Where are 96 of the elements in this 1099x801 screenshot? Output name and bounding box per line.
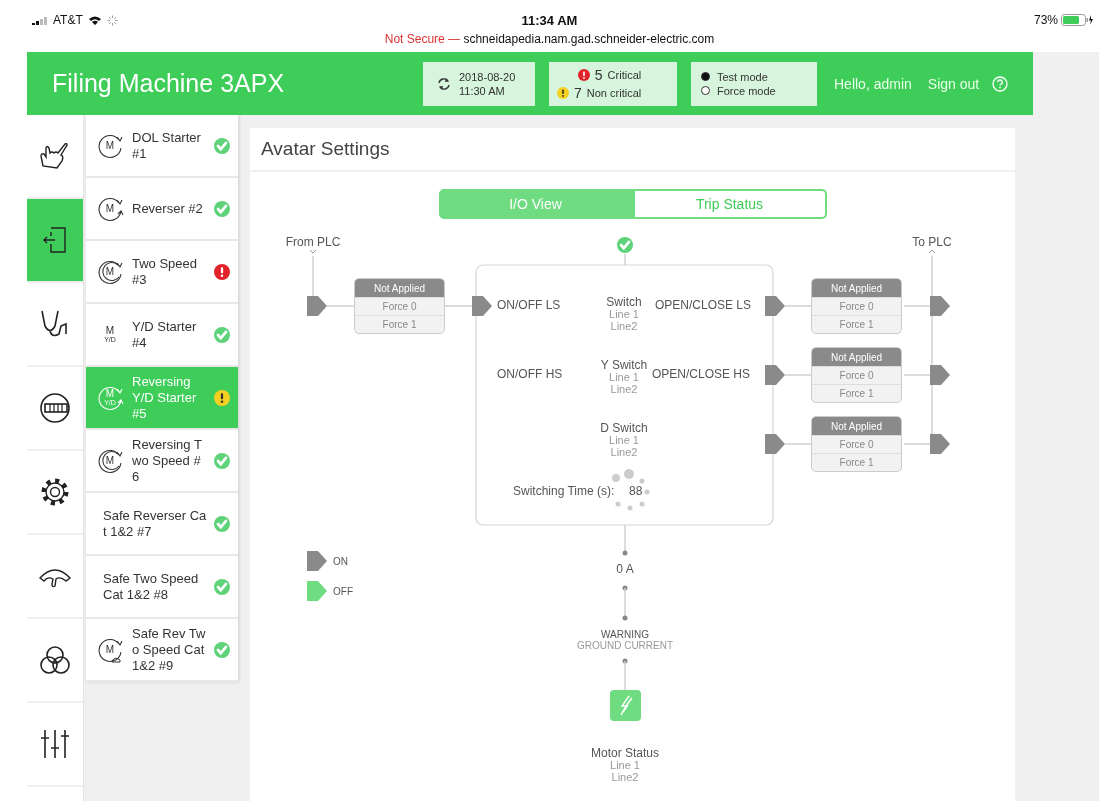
line-label: Line 1	[609, 308, 639, 321]
connector-line	[624, 587, 626, 619]
force-option[interactable]: Force 1	[812, 453, 901, 471]
greeting-text: Hello, admin	[834, 75, 912, 92]
switch-name: Y Switch	[600, 359, 648, 372]
junction-dot	[622, 550, 628, 556]
alarm-count: 7	[574, 84, 582, 101]
source-label: From PLC	[285, 236, 341, 249]
view-tab[interactable]: Trip Status	[632, 189, 827, 219]
spinner-icon	[612, 469, 650, 511]
connector-line	[624, 253, 626, 266]
mode-label: Test mode	[717, 70, 768, 83]
connector-line	[903, 443, 931, 445]
connector-line	[624, 524, 626, 554]
device-item[interactable]: Safe Reverser Cat 1&2 #7	[86, 493, 238, 556]
lightning-icon	[610, 690, 641, 721]
chevron-up-icon	[928, 249, 936, 254]
page-title: Avatar Settings	[250, 128, 1015, 170]
junction-dot	[622, 658, 628, 664]
device-name: Safe Reverser Cat 1&2 #7	[103, 507, 207, 540]
app-title: Filing Machine 3APX	[51, 69, 286, 98]
line-label: Line2	[611, 771, 639, 784]
force-option[interactable]: Force 0	[812, 366, 901, 384]
device-item[interactable]: M Two Speed #3	[86, 241, 238, 304]
spinner-icon	[106, 14, 118, 26]
wifi-icon	[87, 14, 102, 26]
motor-status-label: Motor Status	[591, 747, 659, 760]
alarm-label: Critical	[607, 68, 642, 81]
force-option[interactable]: Not Applied	[812, 348, 901, 366]
current-reading: 0 A	[616, 563, 634, 576]
force-option[interactable]: Not Applied	[812, 417, 901, 435]
device-name: Safe Rev Two Speed Cat 1&2 #9	[132, 625, 206, 674]
warning-title: WARNING	[601, 628, 649, 641]
line-label: Line 1	[609, 434, 639, 447]
line-label: Line2	[610, 446, 638, 459]
sign-out-link[interactable]: Sign out	[927, 75, 980, 92]
warning-detail: GROUND CURRENT	[576, 639, 674, 652]
force-option[interactable]: Force 1	[812, 384, 901, 402]
device-name: Reversing Y/D Starter #5	[132, 373, 198, 422]
signal-icon	[32, 15, 48, 25]
force-option[interactable]: Not Applied	[355, 279, 444, 297]
switch-name: Switch	[606, 296, 642, 309]
mode-label: Force mode	[717, 84, 776, 97]
sync-time: 11:30 AM	[459, 84, 506, 97]
device-item[interactable]: M DOL Starter #1	[86, 115, 238, 178]
switching-time-label: Switching Time (s):	[513, 485, 615, 498]
chevron-down-icon	[309, 249, 317, 254]
radio-button[interactable]	[701, 86, 710, 95]
sidebar-item[interactable]	[27, 199, 83, 283]
force-option[interactable]: Force 0	[812, 435, 901, 453]
refresh-icon	[437, 76, 451, 91]
connector-line	[624, 660, 626, 691]
force-option[interactable]: Not Applied	[812, 279, 901, 297]
force-option[interactable]: Force 1	[355, 315, 444, 333]
switching-time-value: 88	[629, 485, 643, 498]
alarm-count: 5	[594, 66, 603, 83]
line-label: Line 1	[610, 759, 640, 772]
alarm-label: Non critical	[586, 86, 642, 99]
input-label: ON/OFF HS	[497, 368, 563, 381]
device-name: Reversing Two Speed #6	[132, 436, 203, 485]
force-option[interactable]: Force 1	[812, 315, 901, 333]
force-option[interactable]: Force 0	[355, 297, 444, 315]
battery-icon	[1061, 14, 1093, 26]
line-label: Line 1	[609, 371, 639, 384]
target-label: To PLC	[912, 236, 952, 249]
device-name: Safe Two Speed Cat 1&2 #8	[103, 570, 200, 603]
connector-line	[312, 255, 314, 297]
battery-percent: 73%	[1033, 13, 1058, 27]
line-label: Line2	[610, 383, 638, 396]
clock-time: 11:34 AM	[521, 13, 578, 28]
carrier-name: AT&T	[53, 13, 83, 27]
device-name: Y/D Starter #4	[132, 318, 198, 351]
legend-label: OFF	[333, 585, 353, 598]
line-label: Line2	[610, 320, 638, 333]
device-item[interactable]: M Safe Rev Two Speed Cat 1&2 #9	[86, 619, 238, 682]
address-text: Not Secure — schneidapedia.nam.gad.schneider-electric.com	[384, 32, 715, 46]
device-name: DOL Starter #1	[132, 129, 202, 162]
alarm-panel[interactable]: 5 Critical 7 Non critical	[549, 61, 677, 106]
force-option[interactable]: Force 0	[812, 297, 901, 315]
sync-date: 2018-08-20	[459, 70, 516, 83]
device-name: Two Speed #3	[132, 255, 199, 288]
output-label: OPEN/CLOSE HS	[652, 368, 751, 381]
alert-icon	[577, 68, 590, 81]
legend-label: ON	[333, 555, 348, 568]
device-item[interactable]: M Reverser #2	[86, 178, 238, 241]
output-label: OPEN/CLOSE LS	[655, 299, 752, 312]
junction-dot	[622, 615, 628, 621]
input-label: ON/OFF LS	[497, 299, 561, 312]
device-name: Reverser #2	[132, 200, 204, 217]
device-item[interactable]: Safe Two Speed Cat 1&2 #8	[86, 556, 238, 619]
alert-icon	[557, 86, 569, 99]
junction-dot	[622, 585, 628, 591]
device-item[interactable]: M Reversing Two Speed #6	[86, 430, 238, 493]
switch-name: D Switch	[600, 422, 648, 435]
sync-panel[interactable]: 2018-08-20 11:30 AM	[423, 61, 535, 106]
radio-button[interactable]	[701, 72, 710, 81]
